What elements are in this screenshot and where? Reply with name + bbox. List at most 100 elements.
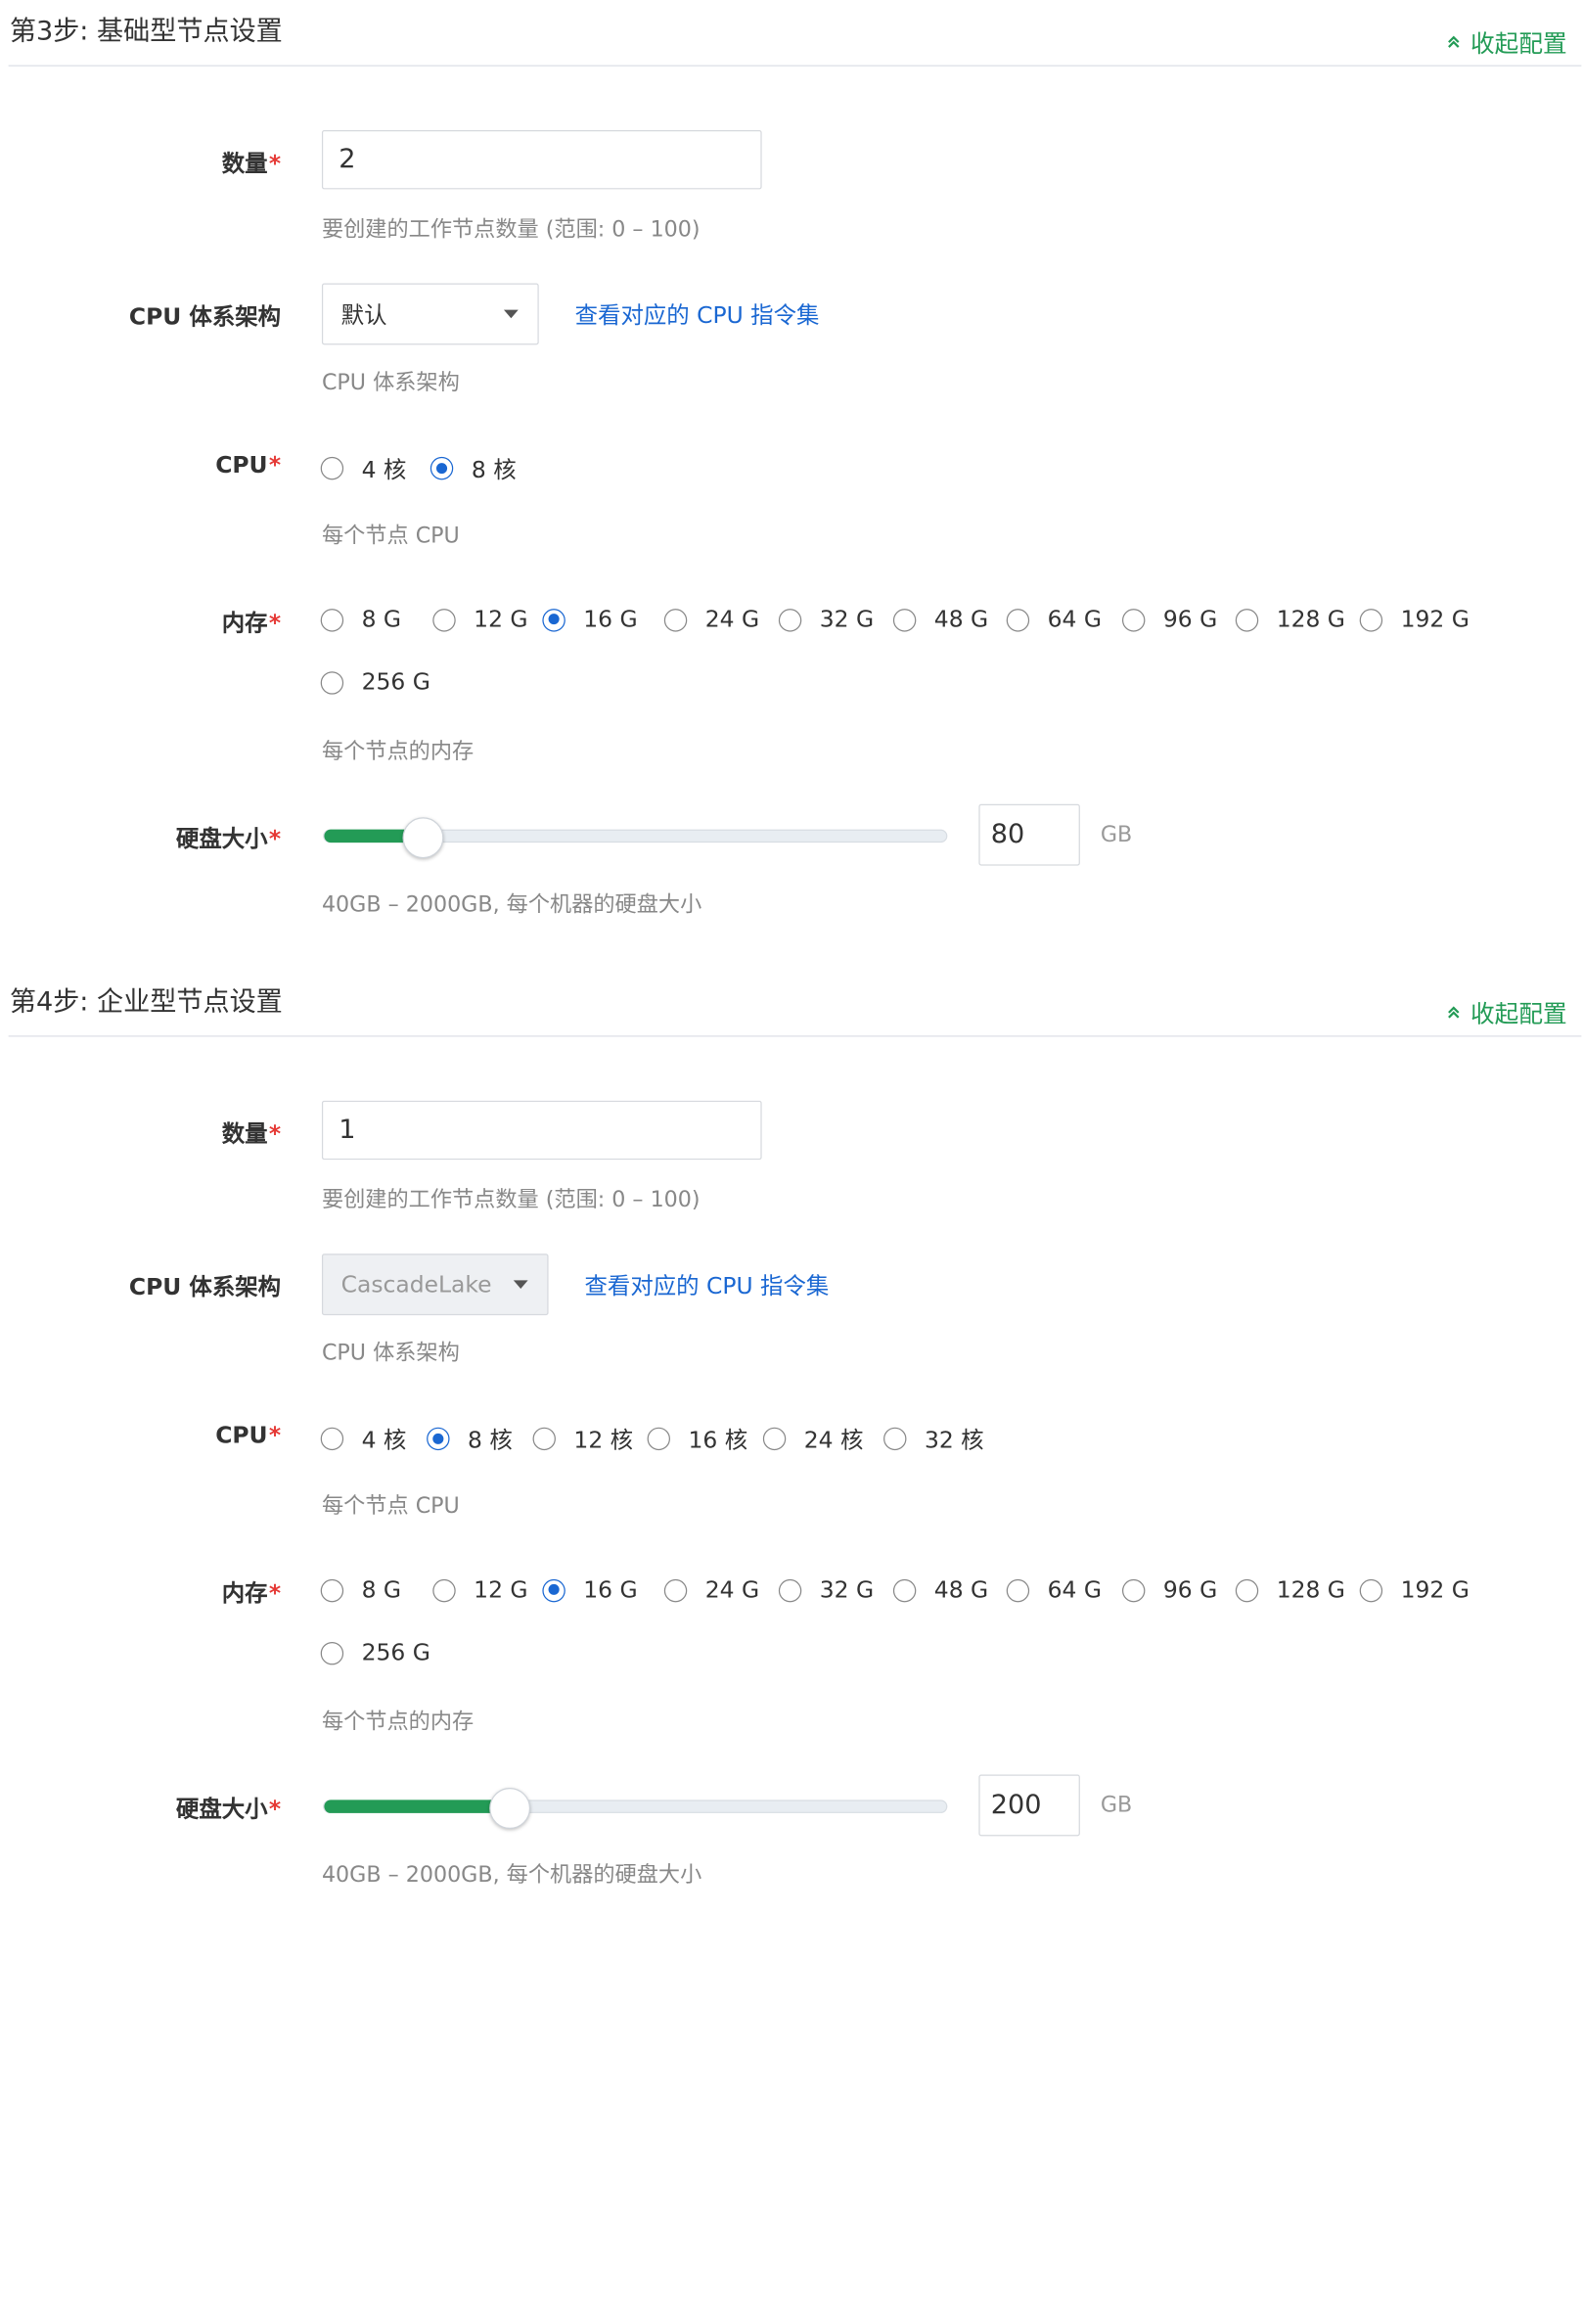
radio-icon bbox=[1235, 608, 1259, 631]
step4-arch-select: CascadeLake bbox=[321, 1253, 549, 1316]
page-canvas: 第3步: 基础型节点设置 收起配置 数量* 要创建的工作节点数量 (范围: 0 … bbox=[0, 0, 1583, 2324]
step3-cpu-option[interactable]: 4 核 bbox=[320, 452, 406, 484]
step3-cpu-radio-group: 4 核 8 核 bbox=[320, 452, 528, 484]
step4-cpu-option[interactable]: 4 核 bbox=[320, 1423, 416, 1455]
step3-arch-help: CPU 体系架构 bbox=[321, 370, 460, 396]
step4-memory-option[interactable]: 24 G bbox=[663, 1576, 767, 1604]
step4-disk-input[interactable] bbox=[978, 1774, 1080, 1837]
step3-memory-option[interactable]: 12 G bbox=[432, 607, 530, 633]
step4-title: 第4步: 企业型节点设置 bbox=[9, 987, 283, 1018]
step3-collapse-link[interactable]: 收起配置 bbox=[1446, 24, 1567, 60]
step4-disk-slider-fill bbox=[324, 1800, 513, 1813]
step4-memory-help: 每个节点的内存 bbox=[321, 1709, 475, 1735]
step4-cpu-option[interactable]: 24 核 bbox=[762, 1423, 873, 1455]
step3-arch-label: CPU 体系架构 bbox=[128, 303, 282, 331]
radio-icon bbox=[320, 608, 344, 631]
step3-memory-option[interactable]: 96 G bbox=[1121, 607, 1223, 633]
step3-count-help: 要创建的工作节点数量 (范围: 0 – 100) bbox=[321, 216, 701, 243]
step3-disk-help: 40GB – 2000GB, 每个机器的硬盘大小 bbox=[321, 891, 702, 918]
caret-down-icon bbox=[503, 309, 519, 319]
step3-cpu-help: 每个节点 CPU bbox=[321, 523, 460, 549]
step3-memory-option[interactable]: 24 G bbox=[663, 607, 767, 633]
radio-icon bbox=[432, 608, 456, 631]
radio-icon bbox=[778, 608, 802, 631]
step4-disk-slider-track[interactable] bbox=[323, 1800, 948, 1813]
caret-down-icon bbox=[513, 1280, 528, 1290]
radio-icon bbox=[320, 1578, 344, 1602]
step4-cpu-radio-group: 4 核 8 核 12 核 16 核 24 核 32 核 bbox=[320, 1423, 996, 1455]
step3-cpu-option[interactable]: 8 核 bbox=[430, 452, 517, 484]
step3-memory-option[interactable]: 256 G bbox=[320, 669, 430, 696]
step3-memory-option[interactable]: 8 G bbox=[320, 607, 421, 633]
step4-cpu-option[interactable]: 12 核 bbox=[532, 1423, 637, 1455]
radio-icon bbox=[647, 1427, 670, 1451]
radio-icon bbox=[892, 1578, 917, 1602]
radio-icon bbox=[778, 1578, 802, 1602]
double-chevron-up-icon bbox=[1446, 34, 1461, 49]
step4-count-help: 要创建的工作节点数量 (范围: 0 – 100) bbox=[321, 1187, 701, 1213]
radio-icon bbox=[1359, 608, 1383, 631]
step4-disk-label: 硬盘大小* bbox=[175, 1796, 282, 1823]
step4-arch-help: CPU 体系架构 bbox=[321, 1340, 460, 1366]
step3-divider bbox=[8, 65, 1582, 67]
step4-memory-option[interactable]: 128 G bbox=[1235, 1576, 1348, 1604]
step4-collapse-link[interactable]: 收起配置 bbox=[1446, 994, 1567, 1029]
step4-divider bbox=[8, 1035, 1582, 1037]
step3-memory-option[interactable]: 48 G bbox=[892, 607, 994, 633]
step3-arch-select[interactable]: 默认 bbox=[321, 283, 539, 345]
step3-memory-option[interactable]: 64 G bbox=[1006, 607, 1110, 633]
step3-cpu-label: CPU* bbox=[215, 452, 282, 479]
radio-icon bbox=[320, 1427, 344, 1451]
step3-cpu-instruction-link[interactable]: 查看对应的 CPU 指令集 bbox=[575, 297, 820, 330]
step4-count-label: 数量* bbox=[221, 1120, 282, 1148]
step3-memory-radio-group: 8 G 12 G 16 G 24 G 32 G 48 G 64 G 96 G 1… bbox=[320, 607, 1481, 633]
step4-count-input[interactable] bbox=[321, 1100, 762, 1161]
step3-count-input[interactable] bbox=[321, 130, 762, 190]
step4-memory-option[interactable]: 32 G bbox=[778, 1576, 882, 1604]
step4-collapse-label: 收起配置 bbox=[1470, 999, 1567, 1028]
double-chevron-up-icon bbox=[1446, 1005, 1461, 1020]
step4-cpu-instruction-link[interactable]: 查看对应的 CPU 指令集 bbox=[585, 1268, 830, 1300]
step3-arch-value: 默认 bbox=[340, 302, 387, 330]
step3-memory-help: 每个节点的内存 bbox=[321, 739, 475, 765]
step3-memory-label: 内存* bbox=[221, 610, 282, 637]
step4-memory-option[interactable]: 12 G bbox=[432, 1576, 530, 1604]
radio-checked-icon bbox=[542, 1578, 565, 1602]
step3-disk-slider-thumb[interactable] bbox=[402, 817, 444, 859]
step3-disk-unit: GB bbox=[1100, 822, 1133, 848]
step4-memory-option[interactable]: 48 G bbox=[892, 1576, 994, 1604]
step4-cpu-option[interactable]: 8 核 bbox=[427, 1423, 521, 1455]
step4-memory-option[interactable]: 64 G bbox=[1006, 1576, 1110, 1604]
step4-count-field[interactable] bbox=[323, 1102, 761, 1159]
radio-icon bbox=[1235, 1578, 1259, 1602]
step4-disk-slider-thumb[interactable] bbox=[489, 1788, 531, 1829]
step3-disk-field[interactable] bbox=[979, 804, 1079, 865]
radio-icon bbox=[320, 670, 344, 695]
step3-memory-option[interactable]: 192 G bbox=[1359, 607, 1470, 633]
step4-memory-radio-group: 8 G 12 G 16 G 24 G 32 G 48 G 64 G 96 G 1… bbox=[320, 1576, 1481, 1604]
step4-arch-value: CascadeLake bbox=[340, 1271, 492, 1299]
step4-cpu-label: CPU* bbox=[215, 1422, 282, 1449]
step3-collapse-label: 收起配置 bbox=[1470, 28, 1567, 59]
radio-icon bbox=[432, 1578, 456, 1602]
step3-disk-input[interactable] bbox=[978, 803, 1080, 866]
step4-disk-field[interactable] bbox=[979, 1775, 1079, 1836]
step4-memory-option[interactable]: 192 G bbox=[1359, 1576, 1470, 1604]
step4-cpu-option[interactable]: 16 核 bbox=[647, 1423, 752, 1455]
step3-memory-option[interactable]: 128 G bbox=[1235, 607, 1348, 633]
step4-memory-option[interactable]: 8 G bbox=[320, 1576, 421, 1604]
step4-memory-option[interactable]: 96 G bbox=[1121, 1576, 1223, 1604]
step4-memory-option[interactable]: 16 G bbox=[542, 1576, 652, 1604]
step3-memory-option[interactable]: 16 G bbox=[542, 607, 652, 633]
step4-cpu-option[interactable]: 32 核 bbox=[883, 1423, 984, 1455]
radio-icon bbox=[1006, 1578, 1030, 1602]
step3-count-field[interactable] bbox=[323, 131, 761, 189]
step3-memory-radio-group-row2: 256 G bbox=[320, 669, 442, 696]
step4-memory-label: 内存* bbox=[221, 1580, 282, 1608]
step4-memory-option[interactable]: 256 G bbox=[320, 1640, 430, 1666]
step3-memory-option[interactable]: 32 G bbox=[778, 607, 882, 633]
radio-icon bbox=[762, 1427, 787, 1451]
radio-icon bbox=[883, 1427, 907, 1451]
step4-memory-radio-group-row2: 256 G bbox=[320, 1640, 442, 1666]
radio-icon bbox=[320, 456, 344, 480]
